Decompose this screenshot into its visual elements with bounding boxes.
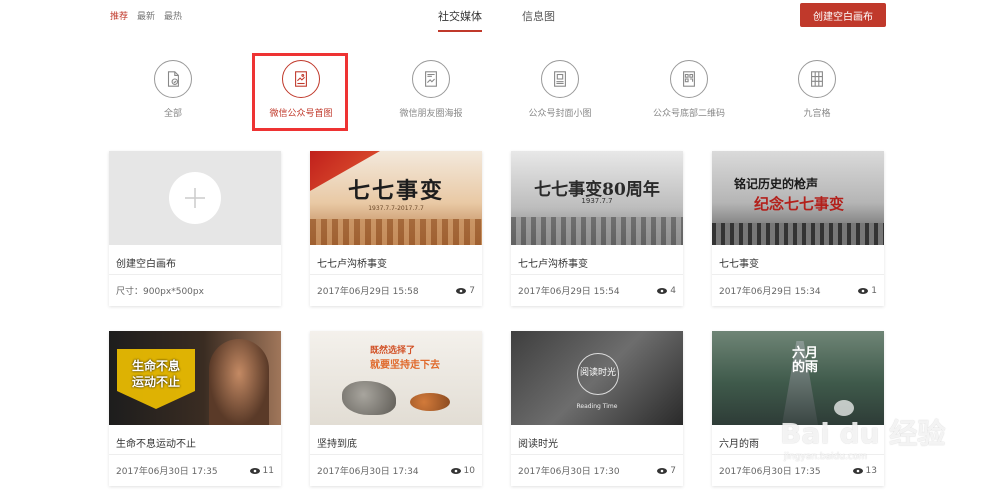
category-label: 公众号封面小图 [528, 109, 592, 119]
view-count: 4 [670, 285, 676, 296]
view-count: 7 [469, 285, 475, 296]
eye-icon [450, 467, 461, 474]
thumb-title: 铭记历史的枪声 [734, 177, 819, 191]
eye-icon [657, 467, 668, 474]
category-bar: 全部 微信公众号首图 微信朋友圈海报 公众号封面小图 公众号底部二维码 九宫格 [0, 58, 1000, 133]
thumb-title: 六月的雨 [792, 346, 819, 375]
thumb-subtitle: 就要坚持走下去 [370, 360, 440, 371]
snail-decoration [410, 393, 450, 411]
moments-poster-icon [412, 60, 450, 98]
card-title: 生命不息运动不止 [109, 425, 281, 455]
rock-decoration [342, 381, 396, 415]
card-blank-canvas[interactable]: 创建空白画布 尺寸：900px*500px [109, 151, 281, 306]
plus-icon [169, 172, 221, 224]
create-blank-canvas-button[interactable]: 创建空白画布 [800, 3, 886, 27]
category-label: 九宫格 [803, 109, 831, 119]
card-title: 七七卢沟桥事变 [511, 245, 683, 275]
nine-grid-icon [798, 60, 836, 98]
card-template[interactable]: 既然选择了 就要坚持走下去 坚持到底 2017年06月30日 17:34 10 [310, 331, 482, 486]
watermark-text: Bai du 经验 [780, 417, 946, 450]
card-thumbnail: 生命不息 运动不止 [109, 331, 281, 425]
card-title: 七七卢沟桥事变 [310, 245, 482, 275]
bridge-decoration [712, 223, 884, 245]
card-date: 2017年06月29日 15:34 [719, 287, 821, 297]
card-thumbnail: 七七事变 1937.7.7-2017.7.7 [310, 151, 482, 245]
card-date: 2017年06月30日 17:30 [518, 467, 620, 477]
small-cover-icon [541, 60, 579, 98]
category-label: 微信朋友圈海报 [399, 109, 463, 119]
category-qr-code[interactable]: 公众号底部二维码 [624, 58, 754, 119]
card-title: 阅读时光 [511, 425, 683, 455]
main-tabs: 社交媒体 信息图 [438, 8, 555, 32]
sort-links: 推荐 最新 最热 [110, 9, 182, 22]
thumb-subtitle: 运动不止 [131, 375, 180, 389]
card-thumbnail [109, 151, 281, 245]
category-small-cover[interactable]: 公众号封面小图 [495, 58, 625, 119]
bridge-decoration [310, 219, 482, 245]
card-title: 七七事变 [712, 245, 884, 275]
sort-recommended[interactable]: 推荐 [110, 9, 128, 22]
view-count: 1 [871, 285, 877, 296]
category-nine-grid[interactable]: 九宫格 [752, 58, 882, 119]
thumb-title: 既然选择了 [370, 346, 416, 356]
category-moments-poster[interactable]: 微信朋友圈海报 [366, 58, 496, 119]
card-title: 坚持到底 [310, 425, 482, 455]
top-bar: 推荐 最新 最热 社交媒体 信息图 创建空白画布 [0, 0, 1000, 34]
eye-icon [858, 287, 869, 294]
tab-social-media[interactable]: 社交媒体 [438, 8, 482, 32]
card-title: 创建空白画布 [109, 245, 281, 275]
sort-newest[interactable]: 最新 [137, 9, 155, 22]
baidu-watermark: Bai du 经验 jingyan.baidu.com [780, 400, 980, 480]
card-template[interactable]: 阅读时光 Reading Time 阅读时光 2017年06月30日 17:30… [511, 331, 683, 486]
thumb-subtitle: 1937.7.7 [581, 197, 613, 205]
thumb-title: 生命不息 [131, 359, 180, 373]
category-all[interactable]: 全部 [108, 58, 238, 119]
qr-code-icon [670, 60, 708, 98]
card-thumbnail: 七七事变80周年 1937.7.7 [511, 151, 683, 245]
thumb-title: 七七事变 [347, 178, 444, 204]
category-label: 公众号底部二维码 [652, 109, 725, 119]
eye-icon [456, 287, 467, 294]
thumb-subtitle: Reading Time [576, 403, 618, 410]
selection-highlight [252, 53, 348, 131]
card-template[interactable]: 生命不息 运动不止 生命不息运动不止 2017年06月30日 17:35 11 [109, 331, 281, 486]
card-thumbnail: 既然选择了 就要坚持走下去 [310, 331, 482, 425]
card-size: 尺寸：900px*500px [116, 287, 204, 297]
card-date: 2017年06月29日 15:58 [317, 287, 419, 297]
view-count: 7 [670, 465, 676, 476]
category-label: 全部 [163, 109, 182, 119]
eye-icon [249, 467, 260, 474]
card-date: 2017年06月30日 17:34 [317, 467, 419, 477]
card-date: 2017年06月29日 15:54 [518, 287, 620, 297]
thumb-subtitle: 1937.7.7-2017.7.7 [368, 205, 424, 212]
tab-infographic[interactable]: 信息图 [522, 8, 555, 32]
all-docs-icon [154, 60, 192, 98]
thumb-subtitle: 纪念七七事变 [754, 195, 845, 213]
view-count: 10 [463, 465, 475, 476]
card-template[interactable]: 七七事变80周年 1937.7.7 七七卢沟桥事变 2017年06月29日 15… [511, 151, 683, 306]
eye-icon [657, 287, 668, 294]
view-count: 11 [262, 465, 274, 476]
sort-hottest[interactable]: 最热 [164, 9, 182, 22]
bridge-decoration [511, 217, 683, 245]
watermark-url: jingyan.baidu.com [784, 452, 868, 462]
card-date: 2017年06月30日 17:35 [116, 467, 218, 477]
card-template[interactable]: 铭记历史的枪声 纪念七七事变 七七事变 2017年06月29日 15:34 1 [712, 151, 884, 306]
card-thumbnail: 阅读时光 Reading Time [511, 331, 683, 425]
card-template[interactable]: 七七事变 1937.7.7-2017.7.7 七七卢沟桥事变 2017年06月2… [310, 151, 482, 306]
athlete-figure [209, 339, 269, 425]
card-thumbnail: 铭记历史的枪声 纪念七七事变 [712, 151, 884, 245]
thumb-title: 阅读时光 [579, 368, 616, 378]
